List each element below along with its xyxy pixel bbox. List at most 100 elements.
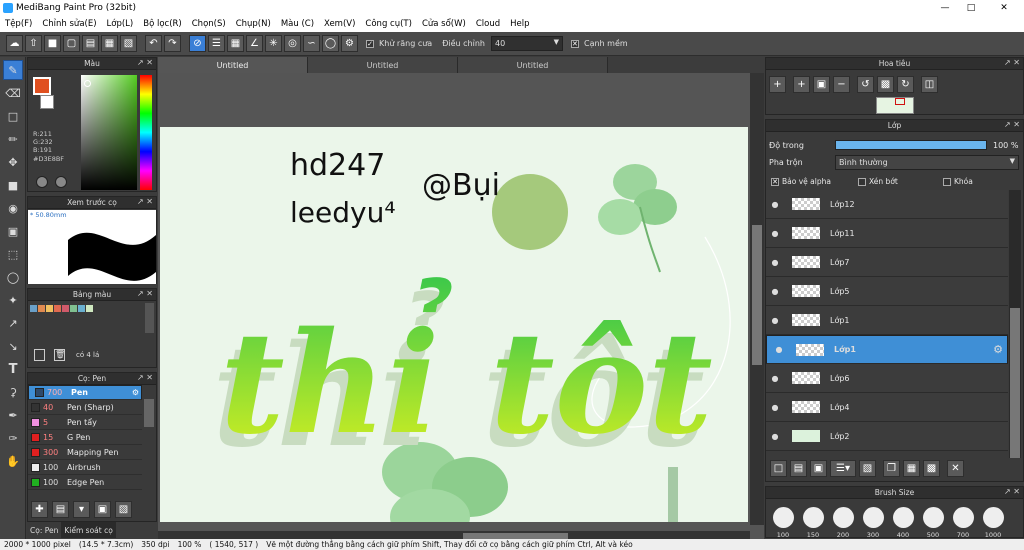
cloud-icon[interactable]: ☁	[6, 35, 23, 52]
layer-settings-icon[interactable]: ▩	[923, 460, 940, 477]
dot-brush-icon[interactable]: ✏	[3, 129, 23, 149]
layer-row[interactable]: ● Lớp7	[766, 248, 1008, 277]
palette-swatch[interactable]	[70, 305, 77, 312]
eyedropper-icon[interactable]: ✑	[3, 428, 23, 448]
layer-row[interactable]: ● Lớp2	[766, 422, 1008, 451]
drawing-canvas[interactable]: thỉ thỉ tôt tôt hd247 leedyu⁴ @Bụi	[160, 127, 748, 522]
layer-row[interactable]: ● Lớp6	[766, 364, 1008, 393]
zoom-in-icon[interactable]: +	[769, 76, 786, 93]
select-pen-icon[interactable]: ↗	[3, 313, 23, 333]
save-brush-icon[interactable]: ▣	[94, 501, 111, 518]
maximize-icon[interactable]: □	[958, 0, 984, 16]
merge-layer-icon[interactable]: ▦	[903, 460, 920, 477]
undo-icon[interactable]: ↶	[145, 35, 162, 52]
soft-edge-checkbox[interactable]: ✕	[570, 39, 579, 48]
angle-snap-icon[interactable]: ∠	[246, 35, 263, 52]
palette-swatch[interactable]	[46, 305, 53, 312]
pen-tool-icon[interactable]: ✒	[3, 405, 23, 425]
menu-view[interactable]: Xem(V)	[319, 19, 360, 29]
palette-swatch[interactable]	[78, 305, 85, 312]
fill-rect-icon[interactable]: ■	[3, 175, 23, 195]
layer-row[interactable]: ● Lớp4	[766, 393, 1008, 422]
brush-size-item[interactable]: 100	[768, 504, 798, 539]
background-color[interactable]	[40, 95, 54, 109]
menu-select[interactable]: Chọn(S)	[187, 19, 231, 29]
tab-document-3[interactable]: Untitled	[458, 57, 608, 73]
menu-color[interactable]: Màu (C)	[276, 19, 319, 29]
brush-item[interactable]: 40 Pen (Sharp)	[28, 400, 142, 415]
layer-row[interactable]: ● Lớp12	[766, 190, 1008, 219]
menu-help[interactable]: Help	[505, 19, 534, 29]
trash-icon[interactable]: ✕	[947, 460, 964, 477]
palette-swatch[interactable]	[54, 305, 61, 312]
panel-buttons-icon[interactable]: ↗ ✕	[1004, 120, 1020, 129]
color-wheel-icon[interactable]	[36, 176, 48, 188]
zoom-in-alt-icon[interactable]: +	[793, 76, 810, 93]
menu-edit[interactable]: Chỉnh sửa(E)	[37, 19, 101, 29]
layer-row-selected[interactable]: ● Lớp1 ⚙	[766, 335, 1008, 364]
tab-document-2[interactable]: Untitled	[308, 57, 458, 73]
comment-icon[interactable]: ■	[44, 35, 61, 52]
layer-row[interactable]: ● Lớp11	[766, 219, 1008, 248]
eye-icon[interactable]: ●	[766, 200, 784, 209]
brush-item[interactable]: 700 Pen ⚙	[28, 385, 142, 400]
circle-snap-icon[interactable]: ◯	[322, 35, 339, 52]
hand-tool-icon[interactable]: ✋	[3, 451, 23, 471]
layer-folder-icon[interactable]: ▧	[859, 460, 876, 477]
magic-wand-icon[interactable]: ✦	[3, 290, 23, 310]
layer-scroll-thumb[interactable]	[1010, 308, 1020, 458]
panel-buttons-icon[interactable]: ↗ ✕	[137, 289, 153, 298]
brush-size-item[interactable]: 400	[888, 504, 918, 539]
minimize-icon[interactable]: —	[932, 0, 958, 16]
brush-size-item[interactable]: 300	[858, 504, 888, 539]
sv-picker[interactable]	[81, 75, 137, 190]
panel-buttons-icon[interactable]: ↗ ✕	[1004, 487, 1020, 496]
palette-swatch[interactable]	[62, 305, 69, 312]
delete-palette-icon[interactable]: 🗑	[54, 349, 65, 361]
antialias-checkbox[interactable]: ✓	[366, 39, 374, 48]
brush-tool-icon[interactable]: ✎	[3, 60, 23, 80]
folder-icon[interactable]: ▧	[115, 501, 132, 518]
opacity-slider[interactable]	[835, 140, 987, 150]
new-8bit-layer-icon[interactable]: ▣	[810, 460, 827, 477]
curve-snap-icon[interactable]: ∽	[303, 35, 320, 52]
settings-icon[interactable]: ⚙	[341, 35, 358, 52]
layer-row[interactable]: ● Lớp5	[766, 277, 1008, 306]
brush-item[interactable]: 15 G Pen	[28, 430, 142, 445]
panel-buttons-icon[interactable]: ↗ ✕	[137, 373, 153, 382]
gear-icon[interactable]: ⚙	[993, 343, 1003, 356]
divide-tool-icon[interactable]: ⚳	[3, 382, 23, 402]
share-icon[interactable]: ⇧	[25, 35, 42, 52]
fit-window-icon[interactable]: ▣	[813, 76, 830, 93]
brush-size-item[interactable]: 150	[798, 504, 828, 539]
clipping-option[interactable]: Xén bớt	[858, 177, 943, 186]
lock-checkbox[interactable]	[943, 178, 951, 186]
zoom-out-icon[interactable]: −	[833, 76, 850, 93]
new-halftone-layer-icon[interactable]: ▤	[790, 460, 807, 477]
menu-window[interactable]: Cửa sổ(W)	[417, 19, 471, 29]
menu-cloud[interactable]: Cloud	[471, 19, 505, 29]
adjust-select[interactable]: 40 ▼	[490, 36, 563, 51]
gear-icon[interactable]: ⚙	[132, 388, 139, 397]
lock-option[interactable]: Khóa	[943, 177, 973, 186]
rotate-right-icon[interactable]: ↻	[897, 76, 914, 93]
menu-layer[interactable]: Lớp(L)	[102, 19, 139, 29]
copy-brush-icon[interactable]: ▤	[52, 501, 69, 518]
panel-buttons-icon[interactable]: ↗ ✕	[1004, 58, 1020, 67]
document-icon[interactable]: ▤	[82, 35, 99, 52]
add-brush-icon[interactable]: ✚	[31, 501, 48, 518]
protect-alpha-option[interactable]: ✕ Bảo vệ alpha	[771, 177, 858, 186]
eye-icon[interactable]: ●	[766, 287, 784, 296]
palette-swatch[interactable]	[30, 305, 37, 312]
select-eraser-icon[interactable]: ↘	[3, 336, 23, 356]
menu-tools[interactable]: Công cụ(T)	[360, 19, 417, 29]
brush-size-item[interactable]: 500	[918, 504, 948, 539]
vscroll-thumb[interactable]	[752, 225, 762, 365]
clipping-checkbox[interactable]	[858, 178, 866, 186]
color-mode-icon[interactable]	[55, 176, 67, 188]
close-icon[interactable]: ✕	[984, 0, 1024, 16]
protect-alpha-checkbox[interactable]: ✕	[771, 178, 779, 186]
radial-snap-icon[interactable]: ✳	[265, 35, 282, 52]
eye-icon[interactable]: ●	[766, 229, 784, 238]
move-tool-icon[interactable]: ✥	[3, 152, 23, 172]
